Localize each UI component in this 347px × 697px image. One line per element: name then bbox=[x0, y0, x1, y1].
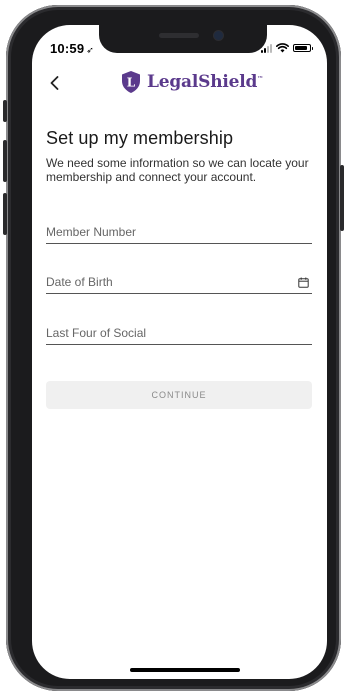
volume-up-button bbox=[3, 140, 7, 182]
wifi-icon bbox=[276, 43, 289, 53]
continue-button[interactable]: CONTINUE bbox=[46, 381, 312, 409]
last-four-social-field[interactable]: Last Four of Social bbox=[46, 322, 312, 345]
chevron-left-icon bbox=[50, 76, 58, 90]
shield-logo-icon: L bbox=[122, 71, 140, 93]
date-of-birth-field[interactable]: Date of Birth bbox=[46, 271, 312, 294]
mute-switch bbox=[3, 100, 7, 122]
page-subtitle: We need some information so we can locat… bbox=[46, 156, 309, 184]
legalshield-logo: L LegalShield™ bbox=[121, 70, 263, 94]
last-four-social-placeholder: Last Four of Social bbox=[46, 326, 147, 340]
home-indicator[interactable] bbox=[130, 668, 240, 672]
shield-logo-letter: L bbox=[127, 76, 136, 90]
signal-icon bbox=[261, 43, 272, 53]
speaker-grille bbox=[159, 33, 199, 38]
location-arrow-icon: ➶ bbox=[86, 45, 94, 55]
calendar-icon[interactable] bbox=[298, 277, 309, 288]
member-number-placeholder: Member Number bbox=[46, 225, 137, 239]
back-button[interactable] bbox=[44, 71, 64, 95]
date-of-birth-placeholder: Date of Birth bbox=[46, 275, 113, 289]
camera-icon bbox=[214, 31, 223, 40]
logo-wordmark: LegalShield bbox=[147, 72, 258, 92]
notch bbox=[99, 25, 267, 53]
logo-text: LegalShield™ bbox=[147, 72, 263, 92]
status-time: 10:59 ➶ bbox=[50, 41, 94, 56]
member-number-field[interactable]: Member Number bbox=[46, 221, 312, 244]
phone-frame: 10:59 ➶ L LegalShield™ Set up my members… bbox=[3, 5, 344, 691]
volume-down-button bbox=[3, 193, 7, 235]
battery-icon bbox=[293, 44, 313, 52]
status-icons bbox=[261, 43, 313, 53]
power-button bbox=[340, 165, 344, 231]
logo-trademark: ™ bbox=[257, 75, 263, 83]
phone-screen: 10:59 ➶ L LegalShield™ Set up my members… bbox=[32, 25, 327, 679]
page-title: Set up my membership bbox=[46, 128, 234, 148]
status-time-text: 10:59 bbox=[50, 41, 85, 56]
